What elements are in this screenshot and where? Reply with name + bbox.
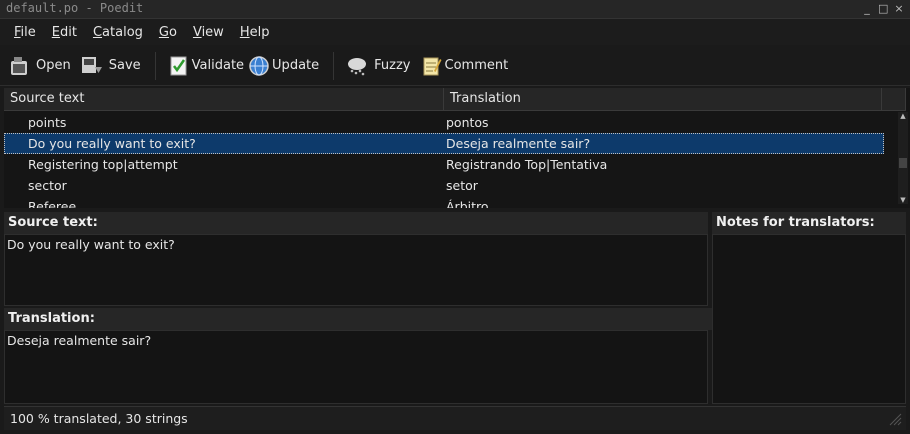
- update-label: Update: [272, 58, 320, 73]
- menu-file-label: ile: [20, 24, 36, 40]
- validate-icon: [168, 55, 190, 77]
- save-icon: [81, 55, 103, 77]
- validate-button[interactable]: Validate: [168, 50, 244, 82]
- toolbar-separator-2: [333, 51, 335, 80]
- save-label: Save: [108, 58, 141, 73]
- open-icon: [8, 55, 30, 77]
- menu-edit[interactable]: Edit: [44, 25, 85, 40]
- menu-view-label: iew: [201, 24, 224, 40]
- menu-edit-mnemonic: E: [51, 24, 60, 40]
- row-translation: Árbitro: [446, 199, 489, 208]
- list-scrollbar[interactable]: ▲ ▼: [898, 112, 908, 204]
- menu-catalog-label: atalog: [102, 24, 143, 40]
- menu-bar: File Edit Catalog Go View Help: [0, 19, 910, 45]
- fuzzy-cloud-icon: [346, 55, 368, 77]
- row-translation: setor: [446, 178, 478, 193]
- resize-grip-icon[interactable]: [886, 410, 902, 426]
- open-button[interactable]: Open: [8, 50, 71, 82]
- menu-catalog-mnemonic: C: [92, 24, 103, 40]
- strings-list: Source text Translation points pontos Do…: [4, 88, 910, 208]
- column-header-source[interactable]: Source text: [4, 88, 444, 110]
- table-row[interactable]: Referee Árbitro: [4, 196, 884, 208]
- scroll-up-arrow-icon[interactable]: ▲: [898, 112, 908, 120]
- menu-go-mnemonic: G: [158, 24, 169, 40]
- toolbar: Open Save Validate Update Fuzzy Comment: [0, 46, 910, 86]
- menu-help-mnemonic: H: [239, 24, 250, 40]
- save-button[interactable]: Save: [81, 50, 141, 82]
- row-source: sector: [28, 178, 67, 193]
- menu-help-label: elp: [249, 24, 270, 40]
- comment-icon: [421, 55, 443, 77]
- toolbar-separator: [154, 51, 156, 80]
- row-source: points: [28, 115, 67, 130]
- menu-edit-label: dit: [60, 24, 77, 40]
- fuzzy-label: Fuzzy: [374, 58, 411, 73]
- table-row[interactable]: points pontos: [4, 112, 884, 133]
- menu-view[interactable]: View: [185, 25, 232, 40]
- window-title: default.po - Poedit: [6, 1, 144, 15]
- row-source: Registering top|attempt: [28, 157, 178, 172]
- menu-go[interactable]: Go: [151, 25, 185, 40]
- comment-button[interactable]: Comment: [421, 50, 509, 82]
- menu-view-mnemonic: V: [192, 24, 202, 40]
- close-button[interactable]: ×: [894, 3, 904, 15]
- maximize-button[interactable]: □: [878, 3, 888, 15]
- status-bar: 100 % translated, 30 strings: [4, 406, 906, 430]
- notes-label: Notes for translators:: [712, 212, 906, 234]
- window-controls: _ □ ×: [862, 0, 904, 18]
- column-header-translation[interactable]: Translation: [444, 88, 882, 110]
- row-source: Referee: [28, 199, 77, 208]
- scrollbar-thumb[interactable]: [899, 158, 907, 168]
- menu-help[interactable]: Help: [232, 25, 278, 40]
- column-header-extra: [882, 88, 906, 110]
- menu-catalog[interactable]: Catalog: [85, 25, 151, 40]
- table-row[interactable]: Registering top|attempt Registrando Top|…: [4, 154, 884, 175]
- translation-input[interactable]: Deseja realmente sair?: [4, 330, 708, 404]
- table-row-selected[interactable]: Do you really want to exit? Deseja realm…: [4, 133, 884, 154]
- list-rows: points pontos Do you really want to exit…: [4, 112, 884, 208]
- row-translation: Deseja realmente sair?: [446, 136, 591, 151]
- open-label: Open: [36, 58, 71, 73]
- menu-go-label: o: [168, 24, 177, 40]
- title-bar: default.po - Poedit _ □ ×: [0, 0, 910, 19]
- row-source: Do you really want to exit?: [28, 136, 196, 151]
- row-translation: pontos: [446, 115, 489, 130]
- validate-label: Validate: [191, 58, 245, 73]
- comment-label: Comment: [444, 58, 509, 73]
- scroll-down-arrow-icon[interactable]: ▼: [898, 196, 908, 204]
- row-translation: Registrando Top|Tentativa: [446, 157, 608, 172]
- source-text-box: Do you really want to exit?: [4, 234, 708, 306]
- source-text-label: Source text:: [4, 212, 708, 234]
- update-button[interactable]: Update: [248, 50, 319, 82]
- translation-label: Translation:: [4, 308, 712, 330]
- fuzzy-button[interactable]: Fuzzy: [346, 50, 411, 82]
- update-icon: [248, 55, 270, 77]
- notes-box: [712, 234, 906, 404]
- table-row[interactable]: sector setor: [4, 175, 884, 196]
- minimize-button[interactable]: _: [862, 3, 872, 15]
- list-header: Source text Translation: [4, 88, 906, 111]
- menu-file[interactable]: File: [6, 25, 44, 40]
